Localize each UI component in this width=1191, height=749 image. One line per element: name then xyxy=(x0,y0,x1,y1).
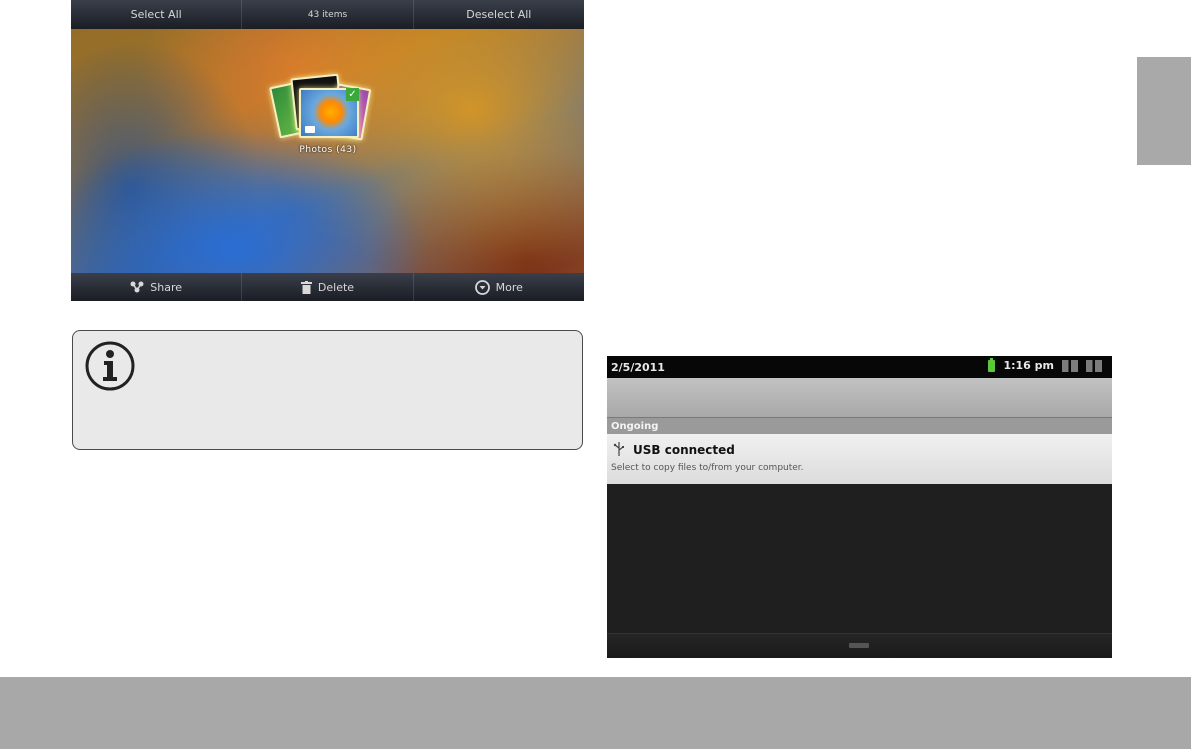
gallery-bottom-bar: Share Delete More xyxy=(71,273,584,301)
wifi-icon xyxy=(1062,359,1078,372)
info-note-box xyxy=(72,330,583,450)
usb-icon xyxy=(613,442,624,456)
footer-bar xyxy=(0,677,1191,749)
status-time: 1:16 pm xyxy=(1003,359,1054,372)
gallery-screenshot: Select All 43 items Deselect All ✓ Photo… xyxy=(71,0,584,301)
usb-notification-subtitle: Select to copy files to/from your comput… xyxy=(611,463,804,473)
battery-charging-icon xyxy=(988,357,996,372)
folder-icon xyxy=(305,126,315,133)
photos-album-stack[interactable]: ✓ xyxy=(269,73,372,141)
status-bar: 2/5/2011 1:16 pm xyxy=(607,356,1112,378)
info-icon xyxy=(85,341,135,391)
gallery-top-bar: Select All 43 items Deselect All xyxy=(71,0,584,29)
deselect-all-button[interactable]: Deselect All xyxy=(414,0,584,29)
notification-title-band xyxy=(607,378,1112,417)
side-tab-marker xyxy=(1137,57,1191,165)
usb-connected-notification[interactable]: USB connected Select to copy files to/fr… xyxy=(607,434,1112,484)
share-icon xyxy=(130,281,144,293)
select-all-button[interactable]: Select All xyxy=(71,0,243,29)
album-cover-thumbnail: ✓ xyxy=(299,88,359,138)
status-date: 2/5/2011 xyxy=(611,361,665,374)
drawer-handle-bar[interactable] xyxy=(607,633,1112,658)
checkmark-icon: ✓ xyxy=(346,88,359,101)
more-label: More xyxy=(495,280,523,294)
usb-notification-title: USB connected xyxy=(633,443,735,457)
ongoing-section-header: Ongoing xyxy=(607,417,1112,435)
select-all-label: Select All xyxy=(130,8,182,21)
more-chevron-icon xyxy=(474,279,490,295)
notification-panel-screenshot: 2/5/2011 1:16 pm Ongoing USB connected S… xyxy=(607,356,1112,658)
trash-icon xyxy=(300,280,312,294)
album-label: Photos (43) xyxy=(299,145,357,155)
status-icons: 1:16 pm xyxy=(988,357,1102,372)
volume-icon xyxy=(1086,359,1102,372)
item-count: 43 items xyxy=(242,0,414,29)
share-button[interactable]: Share xyxy=(71,273,243,301)
delete-button[interactable]: Delete xyxy=(242,273,414,301)
drag-handle-icon xyxy=(849,643,869,648)
more-button[interactable]: More xyxy=(414,273,584,301)
item-count-label: 43 items xyxy=(307,9,348,20)
deselect-all-label: Deselect All xyxy=(466,8,532,21)
share-label: Share xyxy=(150,280,183,294)
delete-label: Delete xyxy=(317,280,355,294)
